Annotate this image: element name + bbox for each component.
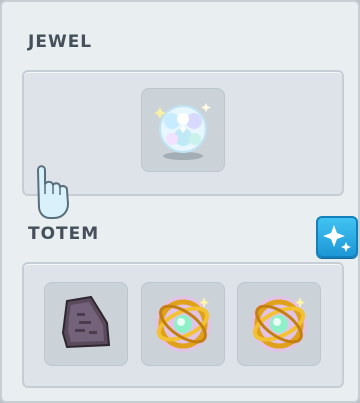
totem-slot-2[interactable] [141, 282, 225, 366]
stone-totem-icon [61, 295, 111, 349]
golden-ring-totem-icon [251, 296, 307, 352]
pointing-hand-cursor-icon [37, 165, 69, 219]
golden-ring-totem-icon [155, 296, 211, 352]
equipment-panel: JEWEL TOTEM [0, 0, 360, 403]
jewel-slot[interactable] [141, 88, 225, 172]
totem-slot-3[interactable] [237, 282, 321, 366]
jewel-section-title: JEWEL [28, 32, 93, 52]
totem-slot-1[interactable] [44, 282, 128, 366]
totem-section-title: TOTEM [28, 224, 100, 244]
jewel-add-button[interactable] [316, 216, 358, 258]
totem-box [22, 262, 344, 388]
sparkle-icon [323, 225, 351, 252]
crystal-jewel-icon [154, 103, 211, 160]
